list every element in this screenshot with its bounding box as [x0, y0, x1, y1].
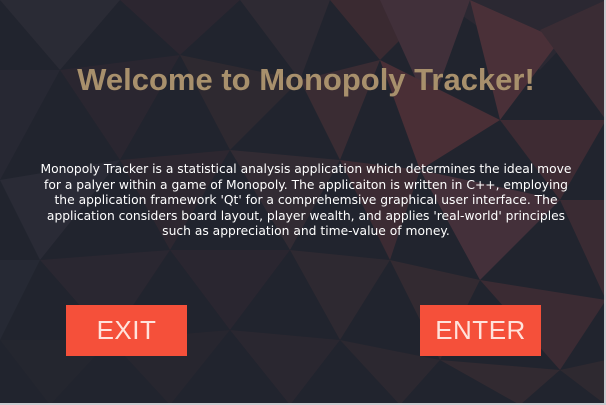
enter-button[interactable]: ENTER [420, 305, 541, 356]
welcome-window: Welcome to Monopoly Tracker! Monopoly Tr… [0, 0, 606, 405]
app-description: Monopoly Tracker is a statistical analys… [40, 162, 572, 238]
exit-button[interactable]: EXIT [66, 305, 187, 356]
page-title: Welcome to Monopoly Tracker! [77, 62, 535, 97]
